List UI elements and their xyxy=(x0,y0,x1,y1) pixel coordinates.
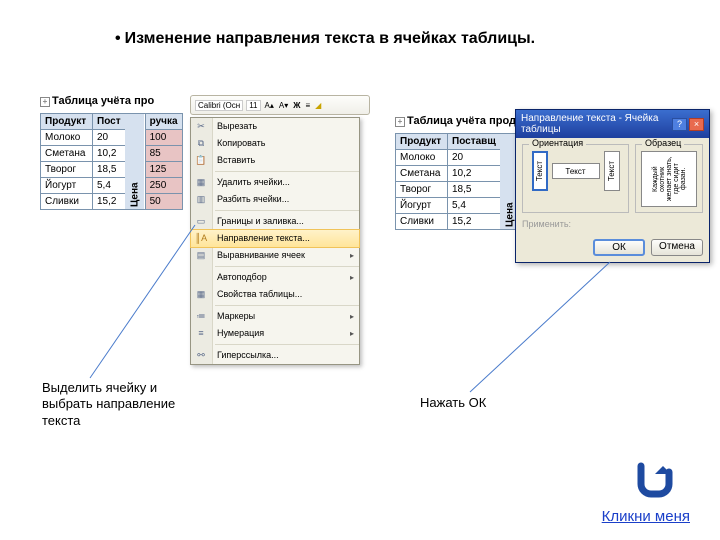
col-price-vertical: Цена xyxy=(125,114,145,210)
highlight-icon[interactable]: ◢ xyxy=(314,101,322,110)
cut-icon: ✂ xyxy=(194,120,208,132)
copy-icon: ⧉ xyxy=(194,137,208,149)
ctx-cut[interactable]: ✂Вырезать xyxy=(191,118,359,135)
table-row: Творог18,5125 xyxy=(41,162,183,178)
mini-toolbar: Calibri (Осн 11 A▴ A▾ Ж ≡ ◢ xyxy=(190,95,370,115)
return-icon[interactable] xyxy=(633,456,675,498)
ctx-delete-cells[interactable]: ▦Удалить ячейки... xyxy=(191,174,359,191)
ctx-bullets[interactable]: ≔Маркеры xyxy=(191,308,359,325)
ctx-table-props[interactable]: ▦Свойства таблицы... xyxy=(191,286,359,303)
shrink-font-icon[interactable]: A▾ xyxy=(278,101,289,110)
apply-to-label: Применить: xyxy=(522,219,703,229)
split-cells-icon: ▥ xyxy=(194,193,208,205)
click-me-link[interactable]: Кликни меня xyxy=(602,508,690,525)
font-picker[interactable]: Calibri (Осн xyxy=(195,100,243,111)
dialog-titlebar: Направление текста - Ячейка таблицы ? × xyxy=(516,110,709,138)
bold-icon[interactable]: Ж xyxy=(292,101,301,110)
col-product: Продукт xyxy=(41,114,93,130)
paste-icon: 📋 xyxy=(194,154,208,166)
font-size[interactable]: 11 xyxy=(246,100,260,111)
caption-left: Выделить ячейку и выбрать направление те… xyxy=(42,380,182,429)
col-revenue: ручка xyxy=(145,114,182,130)
orientation-vertical-up[interactable]: Текст xyxy=(532,151,548,191)
bullets-icon: ≔ xyxy=(194,310,208,322)
caption-right: Нажать ОК xyxy=(420,395,486,411)
ctx-cell-align[interactable]: ▤Выравнивание ячеек xyxy=(191,247,359,264)
orientation-label: Ориентация xyxy=(529,138,586,148)
ctx-text-direction[interactable]: ║AНаправление текста... xyxy=(190,229,360,248)
ctx-hyperlink[interactable]: ⚯Гиперссылка... xyxy=(191,347,359,364)
table-row: Молоко20100 xyxy=(41,130,183,146)
right-screenshot: +Таблица учёта прода Продукт Поставщ Цен… xyxy=(395,115,705,230)
align-cells-icon: ▤ xyxy=(194,249,208,261)
text-direction-dialog: Направление текста - Ячейка таблицы ? × … xyxy=(515,109,710,263)
align-icon[interactable]: ≡ xyxy=(304,101,311,110)
expand-icon: + xyxy=(40,97,50,107)
expand-icon: + xyxy=(395,117,405,127)
ctx-autofit[interactable]: Автоподбор xyxy=(191,269,359,286)
numbering-icon: ≡ xyxy=(194,327,208,339)
ctx-copy[interactable]: ⧉Копировать xyxy=(191,135,359,152)
sample-label: Образец xyxy=(642,138,684,148)
text-direction-icon: ║A xyxy=(194,232,208,244)
table-row: Сметана10,285 xyxy=(41,146,183,162)
link-icon: ⚯ xyxy=(194,349,208,361)
orientation-vertical-down[interactable]: Текст xyxy=(604,151,620,191)
ctx-paste[interactable]: 📋Вставить xyxy=(191,152,359,169)
sample-box: Каждый охотник желает знать, где сидит ф… xyxy=(641,151,697,207)
table-row: Сливки15,250 xyxy=(41,194,183,210)
table-props-icon: ▦ xyxy=(194,288,208,300)
left-screenshot: +Таблица учёта про Продукт Пост Цена руч… xyxy=(40,95,380,210)
data-table-left: Продукт Пост Цена ручка Молоко20100 Смет… xyxy=(40,113,183,210)
context-menu: ✂Вырезать ⧉Копировать 📋Вставить ▦Удалить… xyxy=(190,117,360,365)
help-button[interactable]: ? xyxy=(672,118,687,131)
dialog-title: Направление текста - Ячейка таблицы xyxy=(521,113,672,135)
page-title: •Изменение направления текста в ячейках … xyxy=(115,30,535,48)
col-supplier: Поставщ xyxy=(448,134,501,150)
ctx-borders[interactable]: ▭Границы и заливка... xyxy=(191,213,359,230)
connector-lines xyxy=(0,0,720,540)
col-supplier: Пост xyxy=(93,114,126,130)
close-button[interactable]: × xyxy=(689,118,704,131)
borders-icon: ▭ xyxy=(194,215,208,227)
table-row: Йогурт5,4250 xyxy=(41,178,183,194)
delete-cells-icon: ▦ xyxy=(194,176,208,188)
col-product: Продукт xyxy=(396,134,448,150)
ctx-numbering[interactable]: ≡Нумерация xyxy=(191,325,359,342)
ctx-split-cells[interactable]: ▥Разбить ячейки... xyxy=(191,191,359,208)
grow-font-icon[interactable]: A▴ xyxy=(264,101,275,110)
orientation-horizontal[interactable]: Текст xyxy=(552,163,600,179)
data-table-right: Продукт Поставщ Цена Молоко20 Сметана10,… xyxy=(395,133,521,230)
ok-button[interactable]: ОК xyxy=(593,239,645,256)
cancel-button[interactable]: Отмена xyxy=(651,239,703,256)
